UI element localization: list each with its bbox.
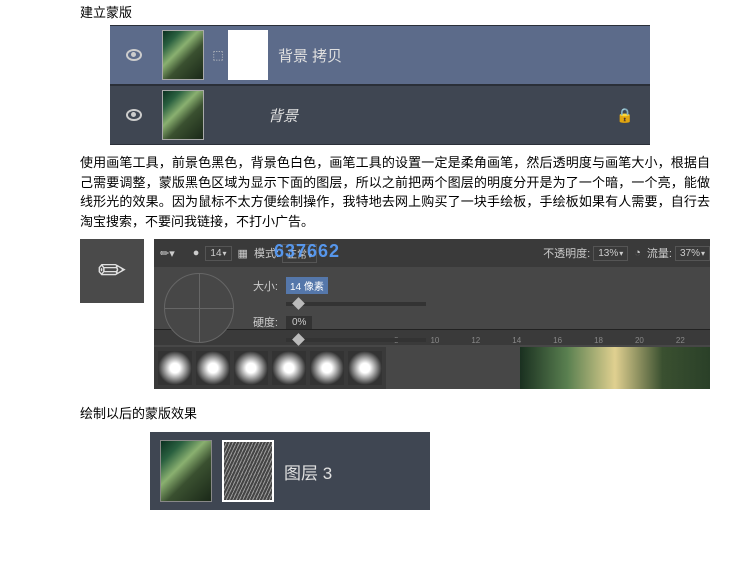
brush-options-bar: 637662 ✏▾ ● 14 ▦ 模式: 正常 不透明度: 13% ◔ 流量: … xyxy=(154,239,710,389)
brush-preview-icon[interactable]: ● xyxy=(193,247,200,259)
brush-panel-icon[interactable]: ▦ xyxy=(238,247,248,260)
brush-tool-icon[interactable]: ✏ xyxy=(80,239,144,303)
brush-preset[interactable] xyxy=(158,351,192,385)
layer-thumbnail[interactable] xyxy=(160,440,212,502)
opacity-input[interactable]: 13% xyxy=(593,246,628,261)
lock-icon: 🔒 xyxy=(600,107,650,124)
result-layer-row[interactable]: 图层 3 xyxy=(150,432,430,510)
size-slider[interactable] xyxy=(286,302,426,306)
hardness-label: 硬度: xyxy=(244,314,278,330)
brush-preset[interactable] xyxy=(234,351,268,385)
mask-thumbnail[interactable] xyxy=(228,30,268,80)
layer-name[interactable]: 背景 拷贝 xyxy=(278,45,650,66)
flow-input[interactable]: 37% xyxy=(675,246,710,261)
size-label: 大小: xyxy=(244,278,278,294)
layer-row-bg-copy[interactable]: ⬚ 背景 拷贝 xyxy=(110,25,650,85)
tablet-pressure-opacity-icon[interactable]: ◔ xyxy=(634,247,641,259)
brush-preset[interactable] xyxy=(310,351,344,385)
canvas-preview xyxy=(520,347,710,389)
brush-size-dropdown[interactable]: 14 xyxy=(205,246,231,261)
brush-preset[interactable] xyxy=(272,351,306,385)
brush-preset[interactable] xyxy=(348,351,382,385)
eye-icon xyxy=(126,49,142,61)
heading-create-mask: 建立蒙版 xyxy=(0,0,750,25)
layer-thumbnail[interactable] xyxy=(162,30,204,80)
layers-panel: ⬚ 背景 拷贝 背景 🔒 xyxy=(110,25,650,145)
mask-link-icon[interactable]: ⬚ xyxy=(208,48,228,62)
hardness-slider[interactable] xyxy=(286,338,426,342)
layer-thumbnail[interactable] xyxy=(162,90,204,140)
hardness-value[interactable]: 0% xyxy=(286,316,312,329)
brush-angle-control[interactable] xyxy=(164,273,234,343)
opacity-label: 不透明度: xyxy=(543,245,590,261)
brush-preset-list xyxy=(154,347,386,389)
brush-preset[interactable] xyxy=(196,351,230,385)
visibility-toggle[interactable] xyxy=(110,49,158,61)
tool-preset-icon[interactable]: ✏▾ xyxy=(160,247,175,260)
layer-name[interactable]: 背景 xyxy=(268,105,600,126)
mask-thumbnail[interactable] xyxy=(222,440,274,502)
layer-name[interactable]: 图层 3 xyxy=(284,459,332,484)
heading-mask-result: 绘制以后的蒙版效果 xyxy=(0,389,750,426)
visibility-toggle[interactable] xyxy=(110,109,158,121)
instruction-paragraph: 使用画笔工具，前景色黑色，背景色白色，画笔工具的设置一定是柔角画笔，然后透明度与… xyxy=(0,145,750,239)
size-value[interactable]: 14 像素 xyxy=(286,277,328,294)
layer-row-bg[interactable]: 背景 🔒 xyxy=(110,85,650,145)
flow-label: 流量: xyxy=(647,245,672,261)
watermark-text: 637662 xyxy=(274,241,340,262)
eye-icon xyxy=(126,109,142,121)
